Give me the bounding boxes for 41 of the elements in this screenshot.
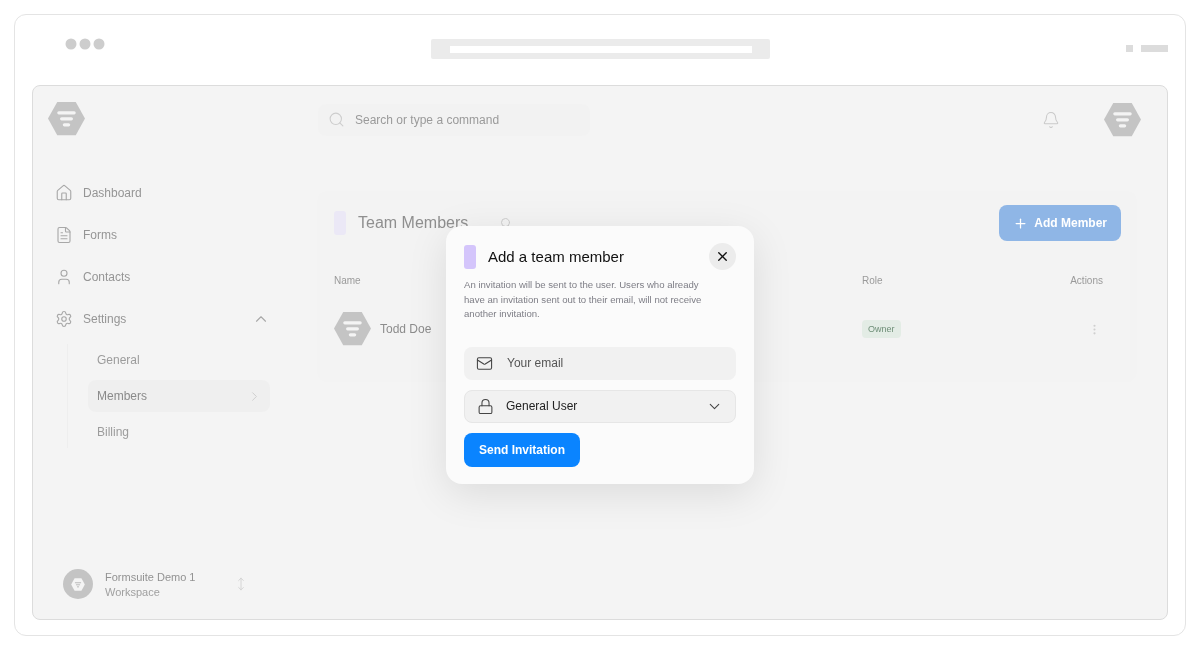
- mail-icon: [476, 354, 493, 372]
- person-icon: [55, 268, 73, 287]
- nav-item[interactable]: Dashboard: [55, 178, 270, 209]
- document-icon: [55, 226, 73, 245]
- column-header: Role: [862, 274, 883, 288]
- search-icon: [328, 111, 345, 128]
- role-badge: Owner: [862, 320, 901, 338]
- column-header: Actions: [1070, 274, 1103, 288]
- dialog-title: Add a team member: [488, 248, 625, 265]
- nav-subitem[interactable]: Billing: [88, 416, 270, 449]
- member-name: Todd Doe: [380, 322, 432, 336]
- plus-icon: [1013, 215, 1029, 231]
- role-select[interactable]: General User: [464, 389, 736, 423]
- workspace-subtitle: Workspace: [105, 585, 161, 598]
- workspace-name: Formsuite Demo 1: [105, 570, 197, 583]
- nav-item[interactable]: Contacts: [55, 262, 270, 293]
- nav-item[interactable]: Forms: [55, 220, 270, 251]
- window-controls-icon: [1126, 45, 1168, 53]
- notification-bell-icon[interactable]: [1042, 110, 1060, 129]
- avatar-icon: [1104, 101, 1141, 138]
- dialog-description: An invitation will be sent to the user. Users who already have an invitation sent out to their email, will not receive another invitation.: [464, 278, 703, 321]
- logo-icon: [48, 101, 85, 137]
- window-dots-icon: [65, 38, 107, 50]
- email-input[interactable]: Your email: [505, 355, 724, 372]
- column-header: Name: [334, 274, 361, 288]
- add-member-button[interactable]: Add Member: [999, 205, 1121, 241]
- card-title: Team Members: [358, 214, 469, 232]
- accent-bar: [464, 244, 476, 269]
- lock-icon: [477, 397, 494, 415]
- nav-subitem[interactable]: General: [88, 344, 270, 377]
- send-invitation-button[interactable]: Send Invitation: [464, 432, 580, 467]
- search-icon[interactable]: [500, 217, 513, 229]
- email-field[interactable]: Your email: [464, 346, 736, 380]
- home-icon: [55, 184, 73, 203]
- workspace-avatar: [63, 569, 93, 599]
- close-button[interactable]: [709, 243, 736, 270]
- close-icon: [715, 249, 730, 264]
- nav-item[interactable]: Settings: [55, 304, 270, 335]
- nav-subitem[interactable]: Members: [88, 380, 270, 413]
- settings-icon: [55, 310, 73, 329]
- member-avatar-icon: [334, 311, 371, 347]
